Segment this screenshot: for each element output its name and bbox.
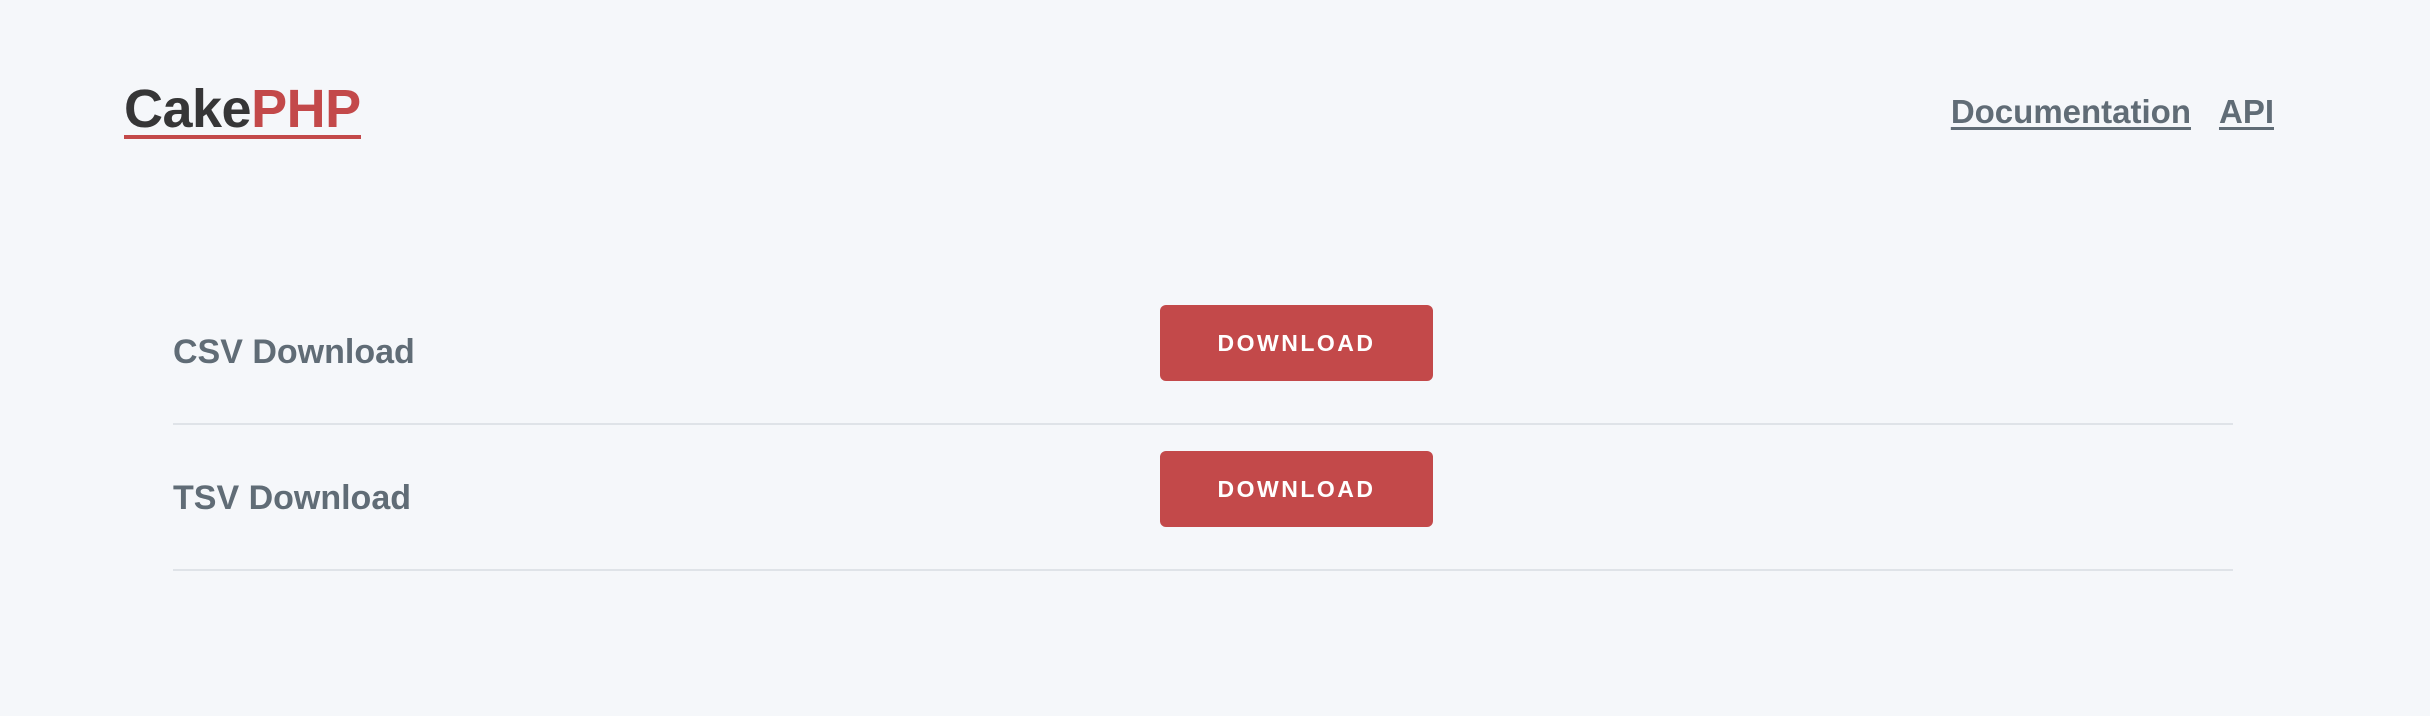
tsv-download-label: TSV Download	[173, 479, 411, 517]
brand-cake-text: Cake	[124, 79, 252, 139]
tsv-download-button[interactable]: DOWNLOAD	[1160, 451, 1433, 527]
download-row-csv: CSV Download DOWNLOAD	[173, 279, 2233, 425]
nav-link-api[interactable]: API	[2219, 93, 2274, 131]
top-nav: CakePHP Documentation API	[124, 82, 2274, 142]
cakephp-logo-link[interactable]: CakePHP	[124, 82, 361, 139]
csv-download-label: CSV Download	[173, 333, 415, 371]
download-row-tsv: TSV Download DOWNLOAD	[173, 425, 2233, 571]
nav-links: Documentation API	[1951, 93, 2274, 131]
nav-link-documentation[interactable]: Documentation	[1951, 93, 2191, 131]
downloads-list: CSV Download DOWNLOAD TSV Download DOWNL…	[173, 279, 2233, 571]
brand-php-text: PHP	[251, 79, 361, 139]
page: CakePHP Documentation API CSV Download D…	[0, 0, 2430, 716]
csv-download-button[interactable]: DOWNLOAD	[1160, 305, 1433, 381]
